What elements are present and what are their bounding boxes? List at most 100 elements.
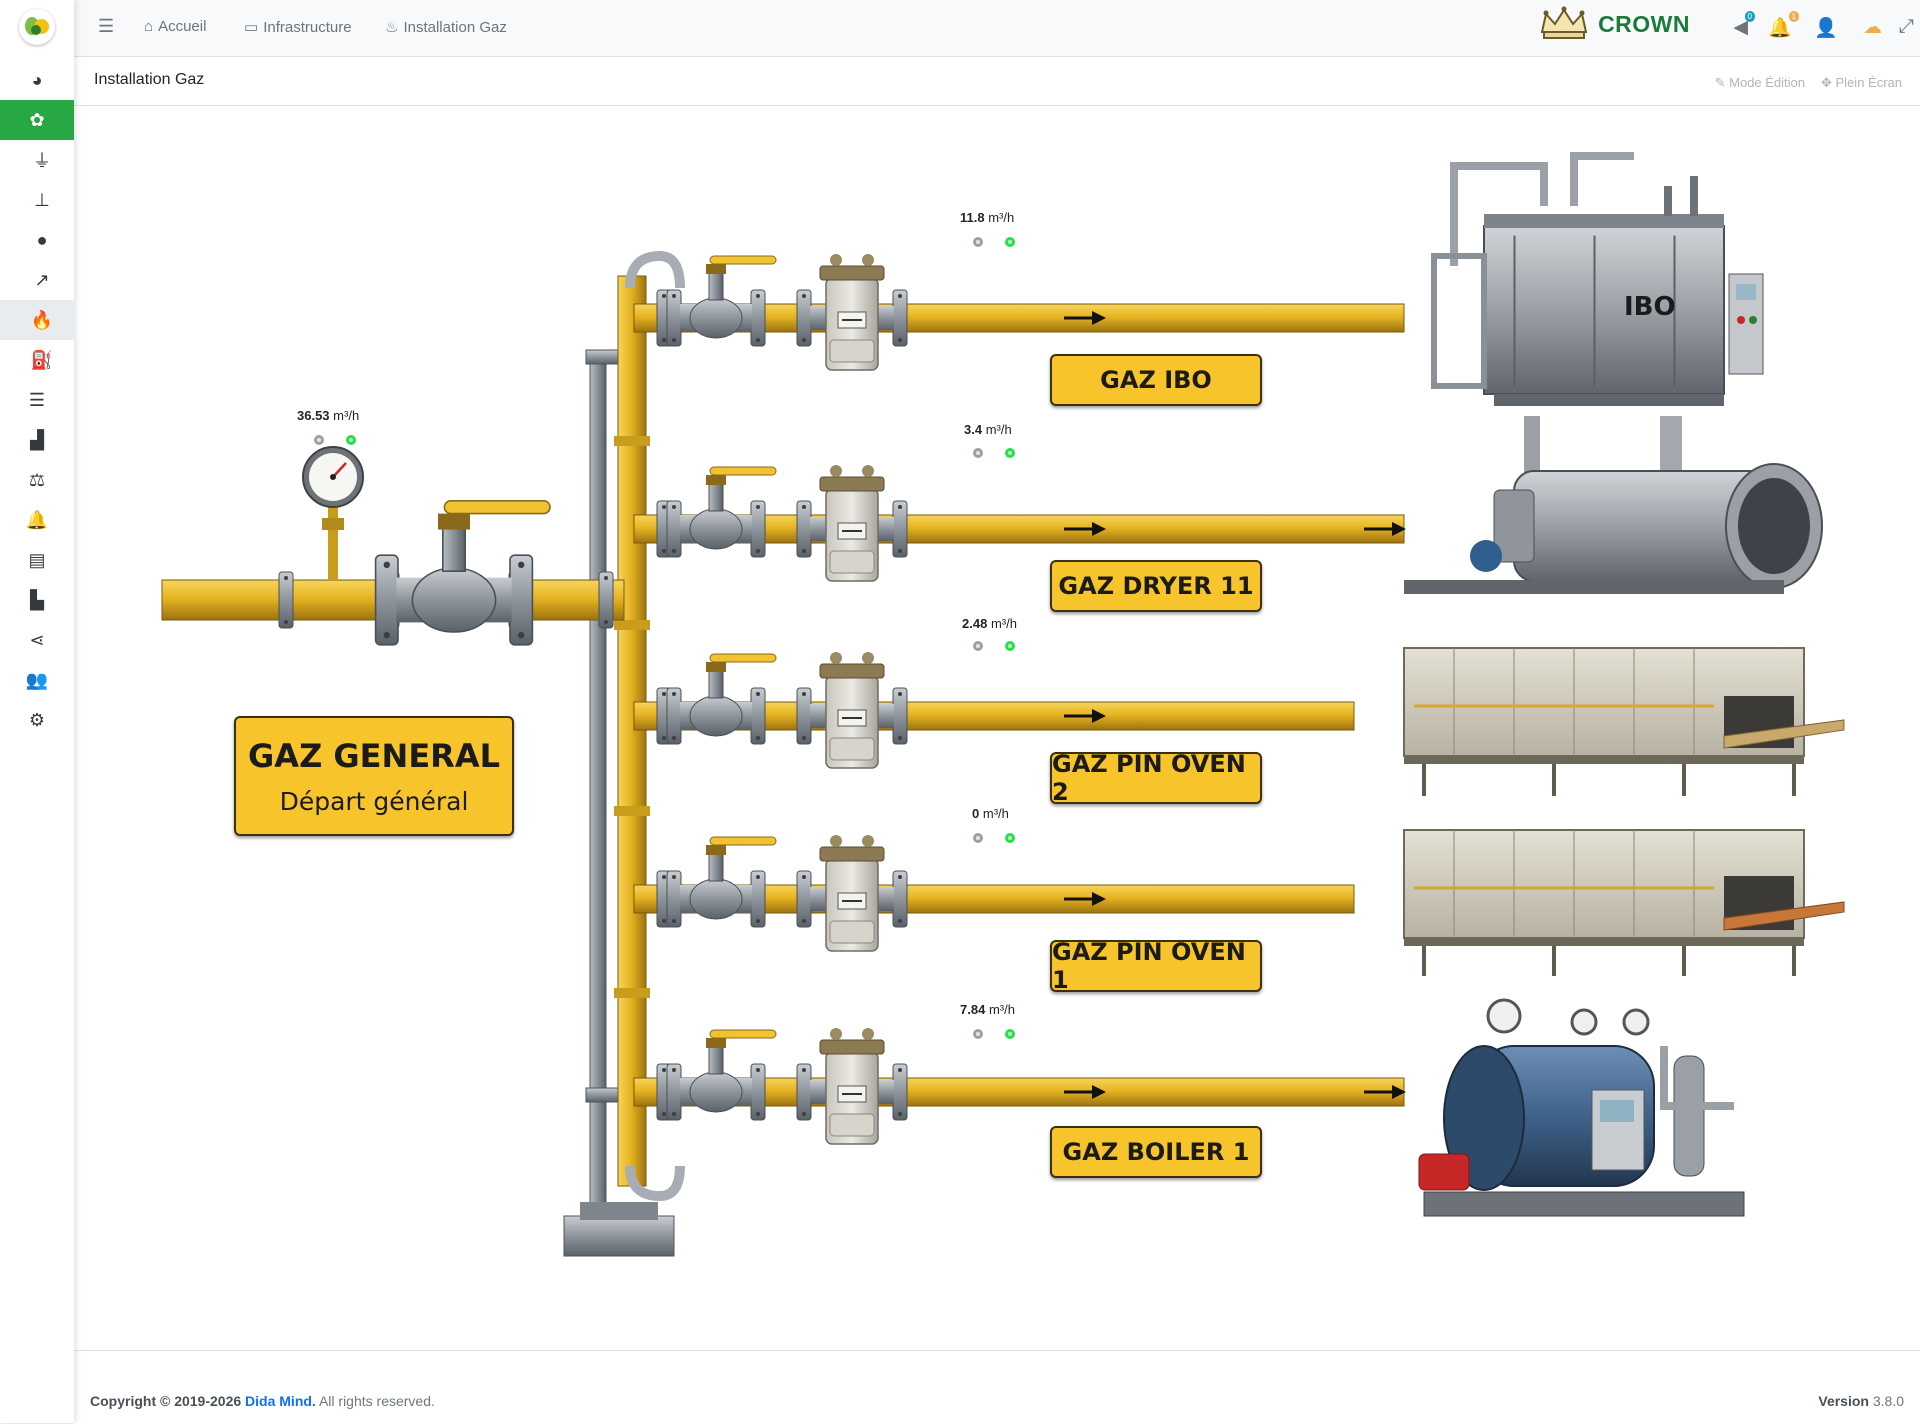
sidebar-item-alerts[interactable]: 🔔 [0,500,74,540]
sitemap-icon: ⊥ [34,189,50,210]
dryer-status-indicator [973,448,1015,458]
move-icon: ✥ [1820,75,1832,90]
breadcrumb-gas-label: Installation Gaz [403,18,507,36]
breadcrumb-home[interactable]: ⌂ Accueil [144,18,206,35]
hamburger-icon: ☰ [98,16,115,36]
version-info: Version 3.8.0 [1818,1393,1904,1409]
expand-button[interactable]: ⤢ [1899,16,1914,38]
ibo-flow-reading: 11.8 m³/h [960,210,1014,225]
crown-logo-icon [1540,6,1588,39]
server-stack-icon: ☰ [28,389,46,410]
globe-icon: ● [36,229,48,250]
home-icon: ⌂ [144,18,154,35]
ibo-equipment-label: IBO [1624,292,1676,322]
server-icon: ▭ [244,19,259,36]
sidebar-item-trends[interactable]: ↗ [0,260,74,300]
general-flow-reading: 36.53 m³/h [297,408,359,423]
copyright-prefix: Copyright © 2019-2026 [90,1393,242,1409]
page-header: Installation Gaz ✎ Mode Édition ✥ Plein … [74,57,1920,106]
sidebar-item-area-chart[interactable]: ▟ [0,420,74,460]
copyright: Copyright © 2019-2026 Dida Mind. All rig… [90,1393,435,1409]
notification-count-2: 1 [1788,11,1799,22]
pin-oven-1-flow-value: 0 [972,806,980,821]
edit-mode-button[interactable]: ✎ Mode Édition [1715,75,1805,91]
dryer-line-label[interactable]: GAZ DRYER 11 [1050,560,1262,612]
invoice-icon: ▤ [28,549,46,570]
settings-icon: ⚙ [28,709,46,730]
fullscreen-label: Plein Écran [1835,75,1902,90]
pin-oven-2-line-label[interactable]: GAZ PIN OVEN 2 [1050,750,1262,806]
pin-oven-1-equipment-image [1403,829,1845,976]
factory-icon: ▙ [30,589,44,610]
app-logo[interactable] [19,9,55,45]
boiler-1-flow-value: 7.84 [960,1002,986,1017]
area-chart-icon: ▟ [30,429,44,450]
sidebar: ◕ ✿ ⏚ ⊥ ● ↗ 🔥 ⛽ ☰ ▟ ⚖ 🔔 ▤ ▙ ⋖ 👥 ⚙ [0,0,74,1423]
dryer-flow-unit: m³/h [985,422,1012,437]
pin-oven-1-line-label[interactable]: GAZ PIN OVEN 1 [1050,938,1262,994]
pin-oven-2-flow-unit: m³/h [990,616,1017,631]
sidebar-item-share[interactable]: ⋖ [0,620,74,660]
sidebar-item-gas[interactable]: 🔥 [0,300,74,340]
breadcrumb-infrastructure[interactable]: ▭ Infrastructure [244,18,352,37]
faucet-icon: ⛽ [30,349,54,370]
sidebar-item-electricity[interactable]: ⏚ [0,140,74,180]
top-navbar: ☰ ⌂ Accueil ▭ Infrastructure ♨ Installat… [74,0,1920,57]
sidebar-item-water[interactable]: ⛽ [0,340,74,380]
notification-count-1: 0 [1744,11,1755,22]
rights-text: All rights reserved. [318,1393,435,1409]
ibo-equipment-image [1431,152,1764,406]
page-title: Installation Gaz [94,71,205,88]
sidebar-item-invoices[interactable]: ▤ [0,540,74,580]
pin-oven-2-equipment-image [1403,647,1845,796]
pin-oven-2-flow-value: 2.48 [962,616,988,631]
pin-oven-2-flow-reading: 2.48 m³/h [962,616,1017,631]
brand-name: CROWN [1598,10,1690,37]
branch-ibo [633,254,1405,370]
pin-oven-1-flow-unit: m³/h [982,806,1009,821]
ibo-flow-value: 11.8 [960,210,985,225]
cloud-sync-button[interactable]: ☁ [1863,16,1882,39]
general-label[interactable]: GAZ GENERAL Départ général [234,716,514,836]
notifications-button-2[interactable]: 🔔 1 [1768,11,1799,40]
pin-oven-2-status-indicator [973,641,1015,651]
company-link[interactable]: Dida Mind. [245,1393,316,1409]
general-status-indicator [314,435,356,445]
flame-icon: 🔥 [30,309,54,330]
bell-icon: 🔔 [25,509,49,530]
breadcrumb-gas[interactable]: ♨ Installation Gaz [385,18,507,37]
version-number: 3.8.0 [1872,1393,1904,1409]
dryer-flow-reading: 3.4 m³/h [964,422,1012,437]
sidebar-item-factory[interactable]: ▙ [0,580,74,620]
breadcrumb-home-label: Accueil [158,18,207,35]
bell-icon: 🔔 [1768,18,1792,39]
dryer-flow-value: 3.4 [964,422,983,437]
sidebar-item-globe[interactable]: ● [0,220,74,260]
sidebar-item-settings[interactable]: ⚙ [0,700,74,740]
users-icon: 👥 [25,669,49,690]
general-flow-value: 36.53 [297,408,330,423]
share-icon: ⋖ [29,629,45,650]
fullscreen-button[interactable]: ✥ Plein Écran [1821,75,1902,91]
sidebar-item-infrastructure[interactable]: ✿ [0,100,74,140]
footer: Copyright © 2019-2026 Dida Mind. All rig… [74,1350,1920,1424]
sidebar-item-servers[interactable]: ☰ [0,380,74,420]
boiler-1-flow-reading: 7.84 m³/h [960,1002,1015,1017]
ibo-line-label[interactable]: GAZ IBO [1050,354,1262,406]
boiler-1-line-label[interactable]: GAZ BOILER 1 [1050,1126,1262,1178]
network-icon: ✿ [29,109,45,130]
gas-installation-diagram: 36.53 m³/h 11.8 m³/h 3.4 m³/h 2.48 m³/h … [74,106,1920,1350]
pin-oven-1-status-indicator [973,833,1015,843]
sidebar-item-dashboard[interactable]: ◕ [0,60,74,100]
sidebar-item-balance[interactable]: ⚖ [0,460,74,500]
branch-pin-oven-1 [633,835,1355,951]
sidebar-item-users[interactable]: 👥 [0,660,74,700]
flame-icon: ♨ [385,19,399,36]
menu-toggle-button[interactable]: ☰ [98,16,114,37]
general-inlet [161,446,625,645]
boiler-1-flow-unit: m³/h [988,1002,1015,1017]
user-menu-button[interactable]: 👤 [1814,16,1838,40]
sidebar-item-hierarchy[interactable]: ⊥ [0,180,74,220]
ibo-flow-unit: m³/h [988,210,1015,225]
notifications-button-1[interactable]: ◀ 0 [1733,11,1755,39]
